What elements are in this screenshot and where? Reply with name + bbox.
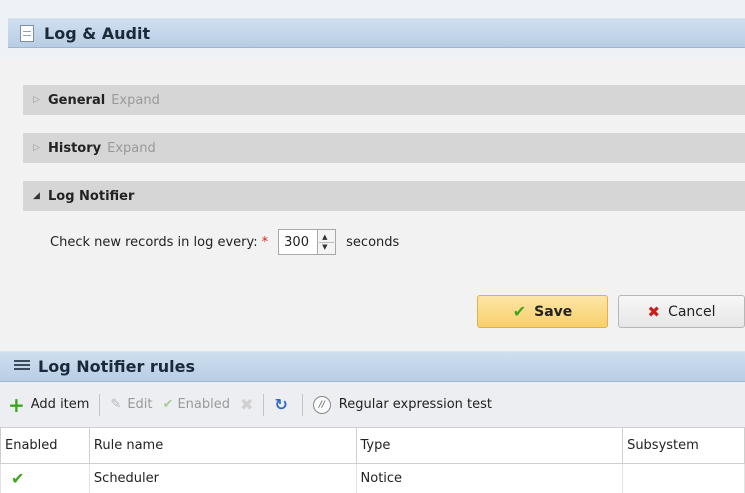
table-header-row: Enabled Rule name Type Subsystem <box>0 427 745 464</box>
column-header-enabled[interactable]: Enabled <box>0 427 90 464</box>
rules-toolbar: + Add item ✎ Edit ✔ Enabled ✖ ↻ // Regul… <box>0 382 745 427</box>
rules-panel-title: Log Notifier rules <box>38 357 196 376</box>
expand-arrow-icon: ▷ <box>33 143 40 153</box>
section-history[interactable]: ▷ History Expand <box>23 133 745 163</box>
section-log-notifier[interactable]: ◢ Log Notifier <box>23 181 745 211</box>
plus-icon: + <box>8 392 25 417</box>
check-interval-label: Check new records in log every: <box>50 234 258 250</box>
regex-icon: // <box>312 395 331 414</box>
enabled-button[interactable]: ✔ Enabled <box>163 397 230 412</box>
column-header-type[interactable]: Type <box>355 427 624 464</box>
regex-test-button[interactable]: // Regular expression test <box>312 395 493 414</box>
check-interval-spinner[interactable]: ▲ ▼ <box>318 229 337 255</box>
save-button[interactable]: ✔ Save <box>477 295 608 328</box>
settings-content: ▷ General Expand ▷ History Expand ◢ Log … <box>8 58 745 345</box>
expand-arrow-icon: ▷ <box>33 95 40 105</box>
enabled-check-icon: ✔ <box>0 463 90 493</box>
section-general-expand[interactable]: Expand <box>111 93 160 108</box>
subsystem-cell <box>622 463 745 493</box>
spin-up-icon[interactable]: ▲ <box>322 234 327 241</box>
document-icon <box>20 25 34 42</box>
panel-header: Log & Audit <box>0 0 745 58</box>
edit-button[interactable]: ✎ Edit <box>110 397 152 412</box>
section-general[interactable]: ▷ General Expand <box>23 85 745 115</box>
pencil-icon: ✎ <box>110 397 122 412</box>
delete-button[interactable]: ✖ <box>240 395 253 414</box>
column-header-rule-name[interactable]: Rule name <box>88 427 357 464</box>
list-icon <box>14 360 30 374</box>
cancel-button[interactable]: ✖ Cancel <box>618 295 745 328</box>
collapse-arrow-icon: ◢ <box>33 191 40 201</box>
rules-panel-header: Log Notifier rules <box>0 351 745 382</box>
spin-down-icon[interactable]: ▼ <box>322 244 327 251</box>
panel-title-bar: Log & Audit <box>8 18 745 48</box>
panel-title: Log & Audit <box>44 24 151 43</box>
save-button-label: Save <box>534 303 573 320</box>
toolbar-separator <box>263 393 265 416</box>
checkmark-icon: ✔ <box>512 302 527 321</box>
required-marker: * <box>261 234 269 250</box>
toolbar-separator <box>99 393 101 416</box>
checkmark-icon: ✔ <box>162 397 174 412</box>
cancel-button-label: Cancel <box>668 303 716 320</box>
rule-name-cell: Scheduler <box>88 463 357 493</box>
check-interval-row: Check new records in log every: * 300 ▲ … <box>50 229 399 255</box>
column-header-subsystem[interactable]: Subsystem <box>622 427 745 464</box>
toolbar-separator <box>301 393 303 416</box>
add-item-label: Add item <box>30 397 90 412</box>
type-cell: Notice <box>355 463 624 493</box>
rules-table: Enabled Rule name Type Subsystem ✔ Sched… <box>0 427 745 493</box>
section-history-label: History <box>48 140 102 156</box>
delete-icon: ✖ <box>239 395 254 414</box>
close-icon: ✖ <box>647 302 661 321</box>
refresh-icon: ↻ <box>274 395 288 414</box>
section-history-expand[interactable]: Expand <box>107 141 156 156</box>
add-item-button[interactable]: + Add item <box>8 395 89 415</box>
section-general-label: General <box>48 92 106 108</box>
check-interval-input[interactable]: 300 <box>278 229 319 255</box>
enabled-label: Enabled <box>177 397 230 412</box>
table-row[interactable]: ✔ Scheduler Notice <box>0 463 745 493</box>
section-log-notifier-label: Log Notifier <box>48 188 135 204</box>
check-interval-unit: seconds <box>346 234 400 250</box>
refresh-button[interactable]: ↻ <box>274 395 291 414</box>
edit-label: Edit <box>127 397 153 412</box>
regex-test-label: Regular expression test <box>338 397 493 412</box>
